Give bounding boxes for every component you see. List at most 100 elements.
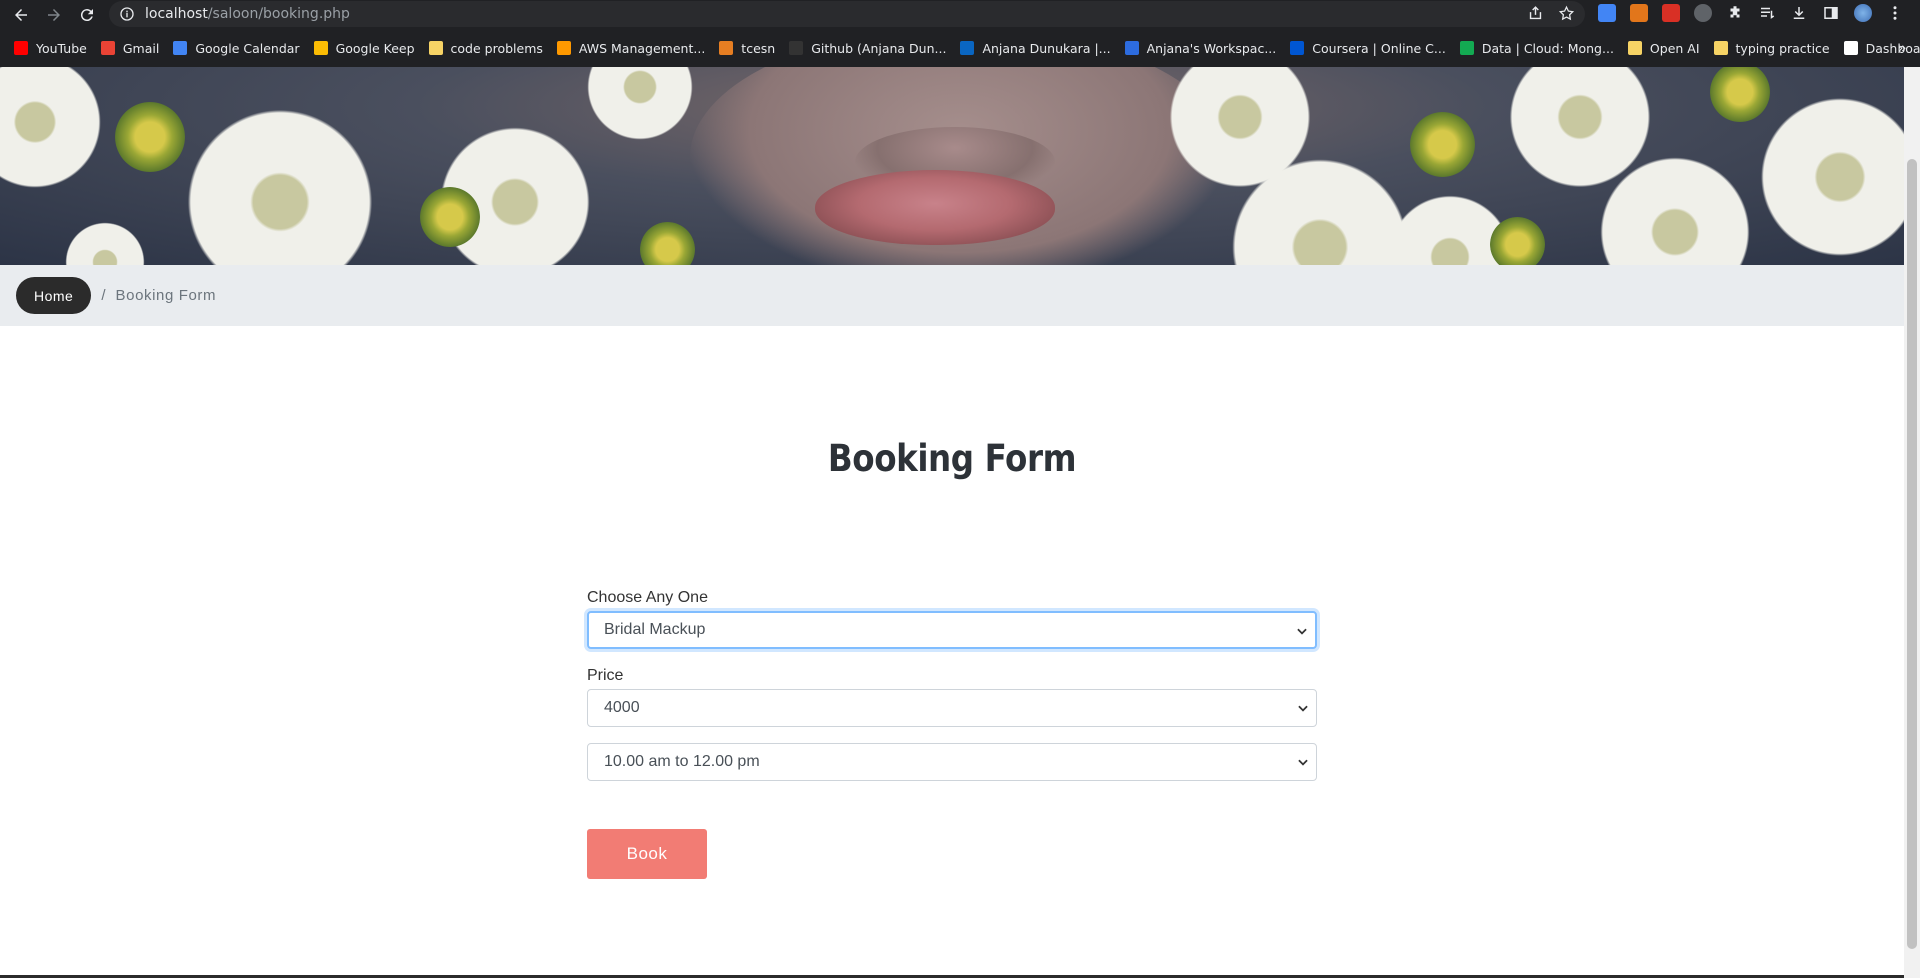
chevron-down-icon (1298, 759, 1308, 766)
bud (640, 222, 695, 265)
bud (1410, 112, 1475, 177)
bookmark-label: AWS Management... (578, 40, 706, 56)
page-title: Booking Form (827, 437, 1077, 480)
bud (115, 102, 185, 172)
bookmark-item[interactable]: Google Keep (313, 40, 415, 56)
bookmark-item[interactable]: code problems (428, 40, 543, 56)
reading-list-icon[interactable] (1758, 4, 1776, 22)
info-icon[interactable] (119, 6, 135, 22)
bud (1490, 217, 1545, 265)
hero-banner-image (0, 67, 1904, 265)
bookmark-label: Google Calendar (195, 40, 300, 56)
bookmarks-more-button[interactable]: » (1898, 39, 1906, 55)
more-menu-icon[interactable] (1886, 4, 1904, 22)
bookmark-item[interactable]: typing practice (1713, 40, 1830, 56)
address-bar[interactable]: localhost/saloon/booking.php (109, 1, 1585, 27)
bookmark-favicon-icon (1290, 41, 1305, 55)
bookmark-item[interactable]: Coursera | Online C... (1290, 41, 1446, 56)
download-icon[interactable] (1790, 4, 1808, 22)
bookmark-item[interactable]: Dashboard – Vercel (1843, 40, 1920, 56)
side-panel-icon[interactable] (1822, 4, 1840, 22)
bookmark-favicon-icon (173, 41, 188, 55)
bookmark-item[interactable]: AWS Management... (556, 40, 706, 56)
bookmark-item[interactable]: tcesn (719, 41, 775, 56)
daisy (60, 217, 150, 265)
bud (1710, 67, 1770, 122)
bookmark-favicon-icon (1459, 41, 1474, 55)
bookmark-label: Google Keep (335, 40, 415, 56)
browser-toolbar: localhost/saloon/booking.php (0, 0, 1920, 29)
translate-extension-icon[interactable] (1598, 4, 1616, 22)
bookmark-label: typing practice (1735, 40, 1830, 56)
forward-button[interactable] (42, 3, 66, 27)
bookmark-favicon-icon (556, 41, 571, 55)
bookmark-label: Anjana's Workspac... (1146, 40, 1277, 56)
bookmark-favicon-icon (1713, 41, 1728, 55)
bookmark-favicon-icon (313, 41, 328, 55)
url-text: localhost/saloon/booking.php (145, 6, 350, 22)
chevron-down-icon (1298, 705, 1308, 712)
breadcrumb-separator: / (101, 287, 106, 304)
puzzle-extensions-icon[interactable] (1726, 4, 1744, 22)
time-slot-select-value: 10.00 am to 12.00 pm (604, 753, 760, 770)
price-select-value: 4000 (604, 699, 640, 716)
bookmark-item[interactable]: YouTube (14, 41, 87, 56)
arrow-left-icon (15, 8, 27, 21)
bookmark-item[interactable]: Github (Anjana Dun... (789, 41, 946, 56)
bookmark-label: Gmail (122, 40, 160, 56)
arrow-right-icon (48, 8, 60, 21)
bookmark-item[interactable]: Anjana Dunukara |... (960, 40, 1111, 56)
share-icon[interactable] (1527, 5, 1544, 22)
service-select-value: Bridal Mackup (604, 621, 706, 638)
bookmark-favicon-icon (14, 41, 28, 55)
bookmark-label: tcesn (741, 40, 776, 56)
bookmark-label: Anjana Dunukara |... (982, 40, 1111, 56)
bookmark-label: YouTube (36, 40, 87, 56)
reload-icon (80, 8, 93, 21)
bookmark-item[interactable]: Open AI (1627, 41, 1700, 56)
bookmark-label: Dashboard – Vercel (1865, 40, 1920, 56)
breadcrumb: Home / Booking Form (0, 265, 1904, 326)
bookmark-label: code problems (450, 40, 543, 56)
daisy (175, 97, 385, 265)
daisy (0, 67, 110, 197)
url-host: localhost (145, 6, 208, 22)
time-slot-select[interactable]: 10.00 am to 12.00 pm (587, 743, 1317, 781)
book-button[interactable]: Book (587, 829, 707, 879)
bookmark-star-icon[interactable] (1558, 5, 1575, 22)
breadcrumb-current: Booking Form (115, 287, 217, 304)
bookmark-label: Github (Anjana Dun... (811, 40, 947, 56)
bookmark-label: Coursera | Online C... (1312, 40, 1446, 56)
red-extension-icon[interactable] (1662, 4, 1680, 22)
bookmark-item[interactable]: Google Calendar (173, 40, 300, 56)
url-path: /saloon/booking.php (207, 6, 350, 22)
bookmark-favicon-icon (1627, 41, 1642, 55)
back-button[interactable] (9, 3, 33, 27)
service-select[interactable]: Bridal Mackup (587, 611, 1317, 649)
bookmark-label: Data | Cloud: Mong... (1481, 40, 1614, 56)
bookmark-item[interactable]: Gmail (100, 40, 160, 56)
circle-extension-icon[interactable] (1694, 4, 1712, 22)
metamask-extension-icon[interactable] (1630, 4, 1648, 22)
bookmark-item[interactable]: Data | Cloud: Mong... (1459, 40, 1614, 56)
bookmark-item[interactable]: Anjana's Workspac... (1124, 40, 1277, 56)
price-select[interactable]: 4000 (587, 689, 1317, 727)
bookmark-favicon-icon (1843, 41, 1858, 55)
bookmark-favicon-icon (428, 41, 443, 55)
page-scrollbar[interactable] (1904, 67, 1920, 978)
bud (420, 187, 480, 247)
lips-shape (815, 170, 1055, 245)
reload-button[interactable] (75, 3, 99, 27)
bookmark-favicon-icon (719, 41, 734, 55)
breadcrumb-home-link[interactable]: Home (16, 277, 92, 314)
bookmark-favicon-icon (100, 41, 115, 55)
bookmark-favicon-icon (1124, 41, 1139, 55)
profile-avatar[interactable] (1854, 4, 1872, 22)
chevron-down-icon (1297, 628, 1307, 635)
daisy (580, 67, 700, 147)
scrollbar-thumb[interactable] (1907, 159, 1917, 949)
bookmarks-bar: YouTube Gmail Google Calendar Google Keep co… (0, 29, 1920, 68)
service-label: Choose Any One (587, 589, 708, 606)
bookmark-favicon-icon (960, 41, 975, 55)
price-label: Price (587, 667, 624, 684)
